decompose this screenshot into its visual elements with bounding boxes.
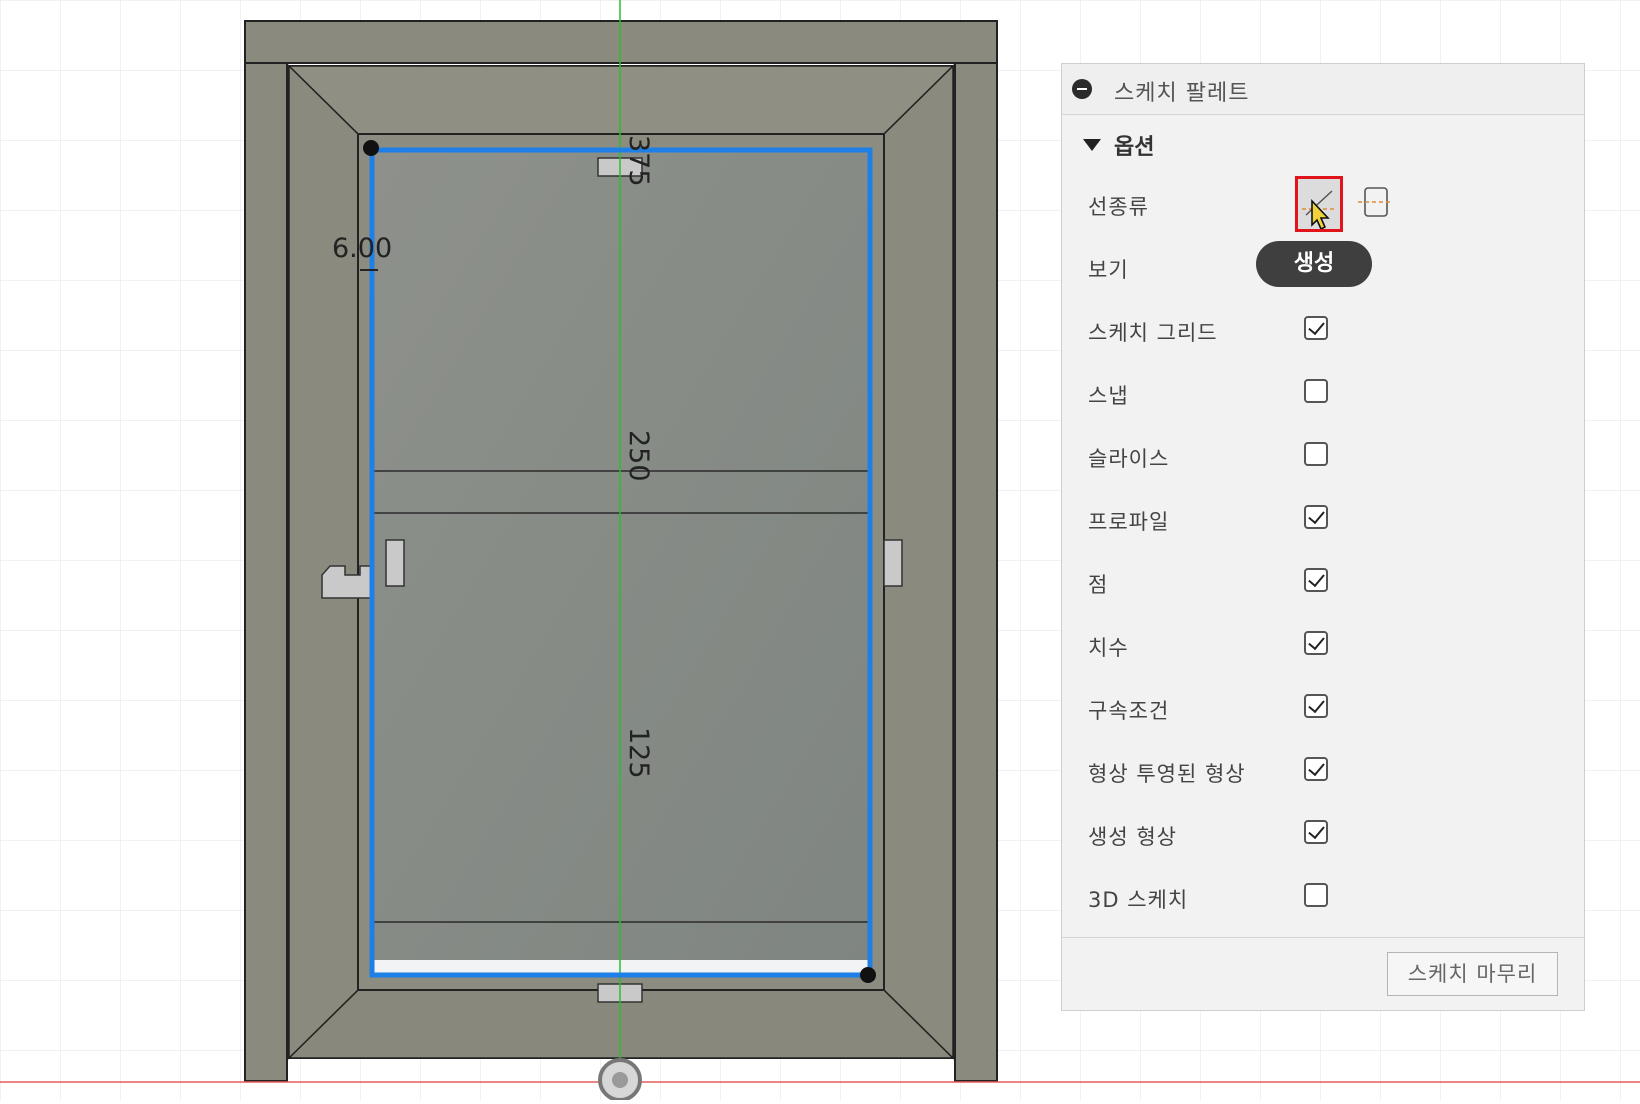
- option-row: 점: [1062, 564, 1584, 604]
- option-label: 선종류: [1088, 195, 1149, 219]
- canvas-viewport[interactable]: 375 250 125 6.00 스케치 팔레트 옵션 선종류보기스케치 그리드…: [0, 0, 1640, 1102]
- option-label: 보기: [1088, 258, 1129, 282]
- options-section-header[interactable]: 옵션: [1062, 126, 1584, 166]
- option-checkbox[interactable]: [1304, 568, 1328, 592]
- palette-header[interactable]: 스케치 팔레트: [1062, 64, 1584, 115]
- option-label: 점: [1088, 573, 1109, 597]
- option-row: 스케치 그리드: [1062, 312, 1584, 352]
- centerline-button[interactable]: [1357, 184, 1393, 220]
- dimension-top[interactable]: 375: [623, 135, 654, 187]
- finish-sketch-button[interactable]: 스케치 마무리: [1387, 952, 1558, 996]
- sketch-point[interactable]: [363, 140, 379, 156]
- option-checkbox[interactable]: [1304, 820, 1328, 844]
- option-row: 형상 투영된 형상: [1062, 753, 1584, 793]
- option-label: 스케치 그리드: [1088, 321, 1218, 345]
- option-row: 치수: [1062, 627, 1584, 667]
- options-label: 옵션: [1114, 135, 1155, 160]
- dimension-lower[interactable]: 125: [623, 727, 654, 779]
- option-checkbox[interactable]: [1304, 505, 1328, 529]
- origin-icon: [598, 1058, 642, 1102]
- option-checkbox[interactable]: [1304, 883, 1328, 907]
- option-checkbox[interactable]: [1304, 379, 1328, 403]
- option-checkbox[interactable]: [1304, 316, 1328, 340]
- option-label: 슬라이스: [1088, 447, 1170, 471]
- caret-down-icon[interactable]: [1083, 139, 1101, 151]
- option-label: 생성 형상: [1088, 825, 1177, 849]
- option-label: 프로파일: [1088, 510, 1170, 534]
- option-label: 3D 스케치: [1088, 888, 1189, 912]
- option-row: 구속조건: [1062, 690, 1584, 730]
- minus-circle-icon[interactable]: [1072, 79, 1092, 99]
- mouse-pointer-icon: [1311, 198, 1330, 229]
- construction-line-button[interactable]: [1295, 176, 1343, 232]
- sketch-point[interactable]: [860, 967, 876, 983]
- palette-footer: 스케치 마무리: [1062, 937, 1584, 1012]
- option-row: 슬라이스: [1062, 438, 1584, 478]
- palette-title: 스케치 팔레트: [1114, 81, 1250, 106]
- option-label: 형상 투영된 형상: [1088, 762, 1246, 786]
- option-row: 스냅: [1062, 375, 1584, 415]
- centerline-icon: [1358, 187, 1392, 217]
- option-row: 생성 형상: [1062, 816, 1584, 856]
- option-checkbox[interactable]: [1304, 442, 1328, 466]
- dimension-offset[interactable]: 6.00: [332, 233, 392, 264]
- option-checkbox[interactable]: [1304, 694, 1328, 718]
- option-checkbox[interactable]: [1304, 757, 1328, 781]
- dimension-middle[interactable]: 250: [623, 430, 654, 482]
- construction-line-icon: [1302, 190, 1336, 229]
- option-row: 프로파일: [1062, 501, 1584, 541]
- option-label: 치수: [1088, 636, 1129, 660]
- glass-panel[interactable]: [372, 150, 870, 975]
- option-row: 3D 스케치: [1062, 879, 1584, 919]
- option-label: 구속조건: [1088, 699, 1170, 723]
- option-label: 스냅: [1088, 384, 1129, 408]
- option-checkbox[interactable]: [1304, 631, 1328, 655]
- sketch-palette: 스케치 팔레트 옵션 선종류보기스케치 그리드스냅슬라이스프로파일점치수구속조건…: [1061, 63, 1585, 1011]
- tooltip: 생성: [1256, 241, 1372, 287]
